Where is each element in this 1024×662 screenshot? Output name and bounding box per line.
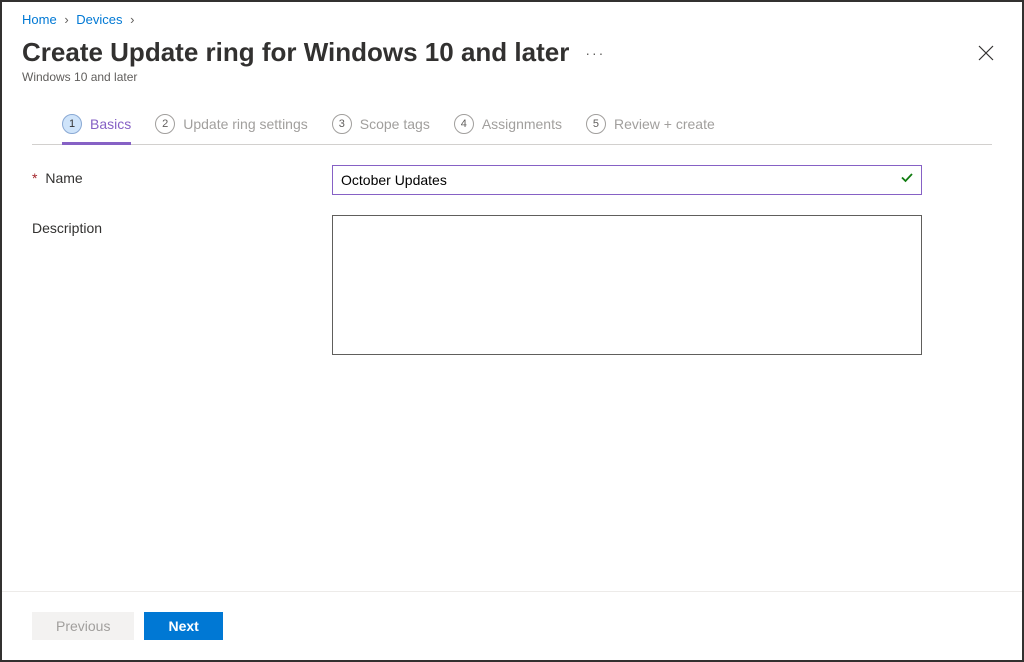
name-label: * Name bbox=[32, 165, 332, 186]
description-label: Description bbox=[32, 215, 332, 236]
description-label-text: Description bbox=[32, 220, 102, 236]
tab-number-icon: 2 bbox=[155, 114, 175, 134]
tab-assignments[interactable]: 4 Assignments bbox=[454, 114, 562, 144]
create-update-ring-window: Home › Devices › Create Update ring for … bbox=[0, 0, 1024, 662]
name-input[interactable] bbox=[332, 165, 922, 195]
tab-label: Basics bbox=[90, 116, 131, 132]
previous-button[interactable]: Previous bbox=[32, 612, 134, 640]
name-label-text: Name bbox=[45, 170, 82, 186]
more-actions-icon[interactable]: ··· bbox=[585, 45, 605, 61]
close-button[interactable] bbox=[970, 41, 1002, 69]
tab-scope-tags[interactable]: 3 Scope tags bbox=[332, 114, 430, 144]
chevron-right-icon: › bbox=[64, 12, 68, 27]
tab-number-icon: 1 bbox=[62, 114, 82, 134]
tab-label: Update ring settings bbox=[183, 116, 308, 132]
description-textarea[interactable] bbox=[332, 215, 922, 355]
chevron-right-icon: › bbox=[130, 12, 134, 27]
tab-label: Scope tags bbox=[360, 116, 430, 132]
wizard-footer: Previous Next bbox=[2, 591, 1022, 660]
form-row-name: * Name bbox=[32, 165, 962, 195]
tab-number-icon: 4 bbox=[454, 114, 474, 134]
breadcrumb-devices[interactable]: Devices bbox=[76, 12, 122, 27]
form-row-description: Description bbox=[32, 215, 962, 355]
tab-number-icon: 5 bbox=[586, 114, 606, 134]
tab-review-create[interactable]: 5 Review + create bbox=[586, 114, 715, 144]
breadcrumb: Home › Devices › bbox=[2, 2, 1022, 31]
close-icon bbox=[978, 45, 994, 61]
breadcrumb-home[interactable]: Home bbox=[22, 12, 57, 27]
tab-label: Assignments bbox=[482, 116, 562, 132]
tab-update-ring-settings[interactable]: 2 Update ring settings bbox=[155, 114, 308, 144]
page-header: Create Update ring for Windows 10 and la… bbox=[2, 31, 1022, 90]
tab-label: Review + create bbox=[614, 116, 715, 132]
page-subtitle: Windows 10 and later bbox=[22, 70, 605, 84]
form-area: * Name Description bbox=[2, 145, 1022, 591]
wizard-tabs: 1 Basics 2 Update ring settings 3 Scope … bbox=[32, 90, 992, 145]
required-indicator-icon: * bbox=[32, 170, 37, 186]
tab-basics[interactable]: 1 Basics bbox=[62, 114, 131, 145]
page-title: Create Update ring for Windows 10 and la… bbox=[22, 37, 569, 68]
next-button[interactable]: Next bbox=[144, 612, 222, 640]
tab-number-icon: 3 bbox=[332, 114, 352, 134]
